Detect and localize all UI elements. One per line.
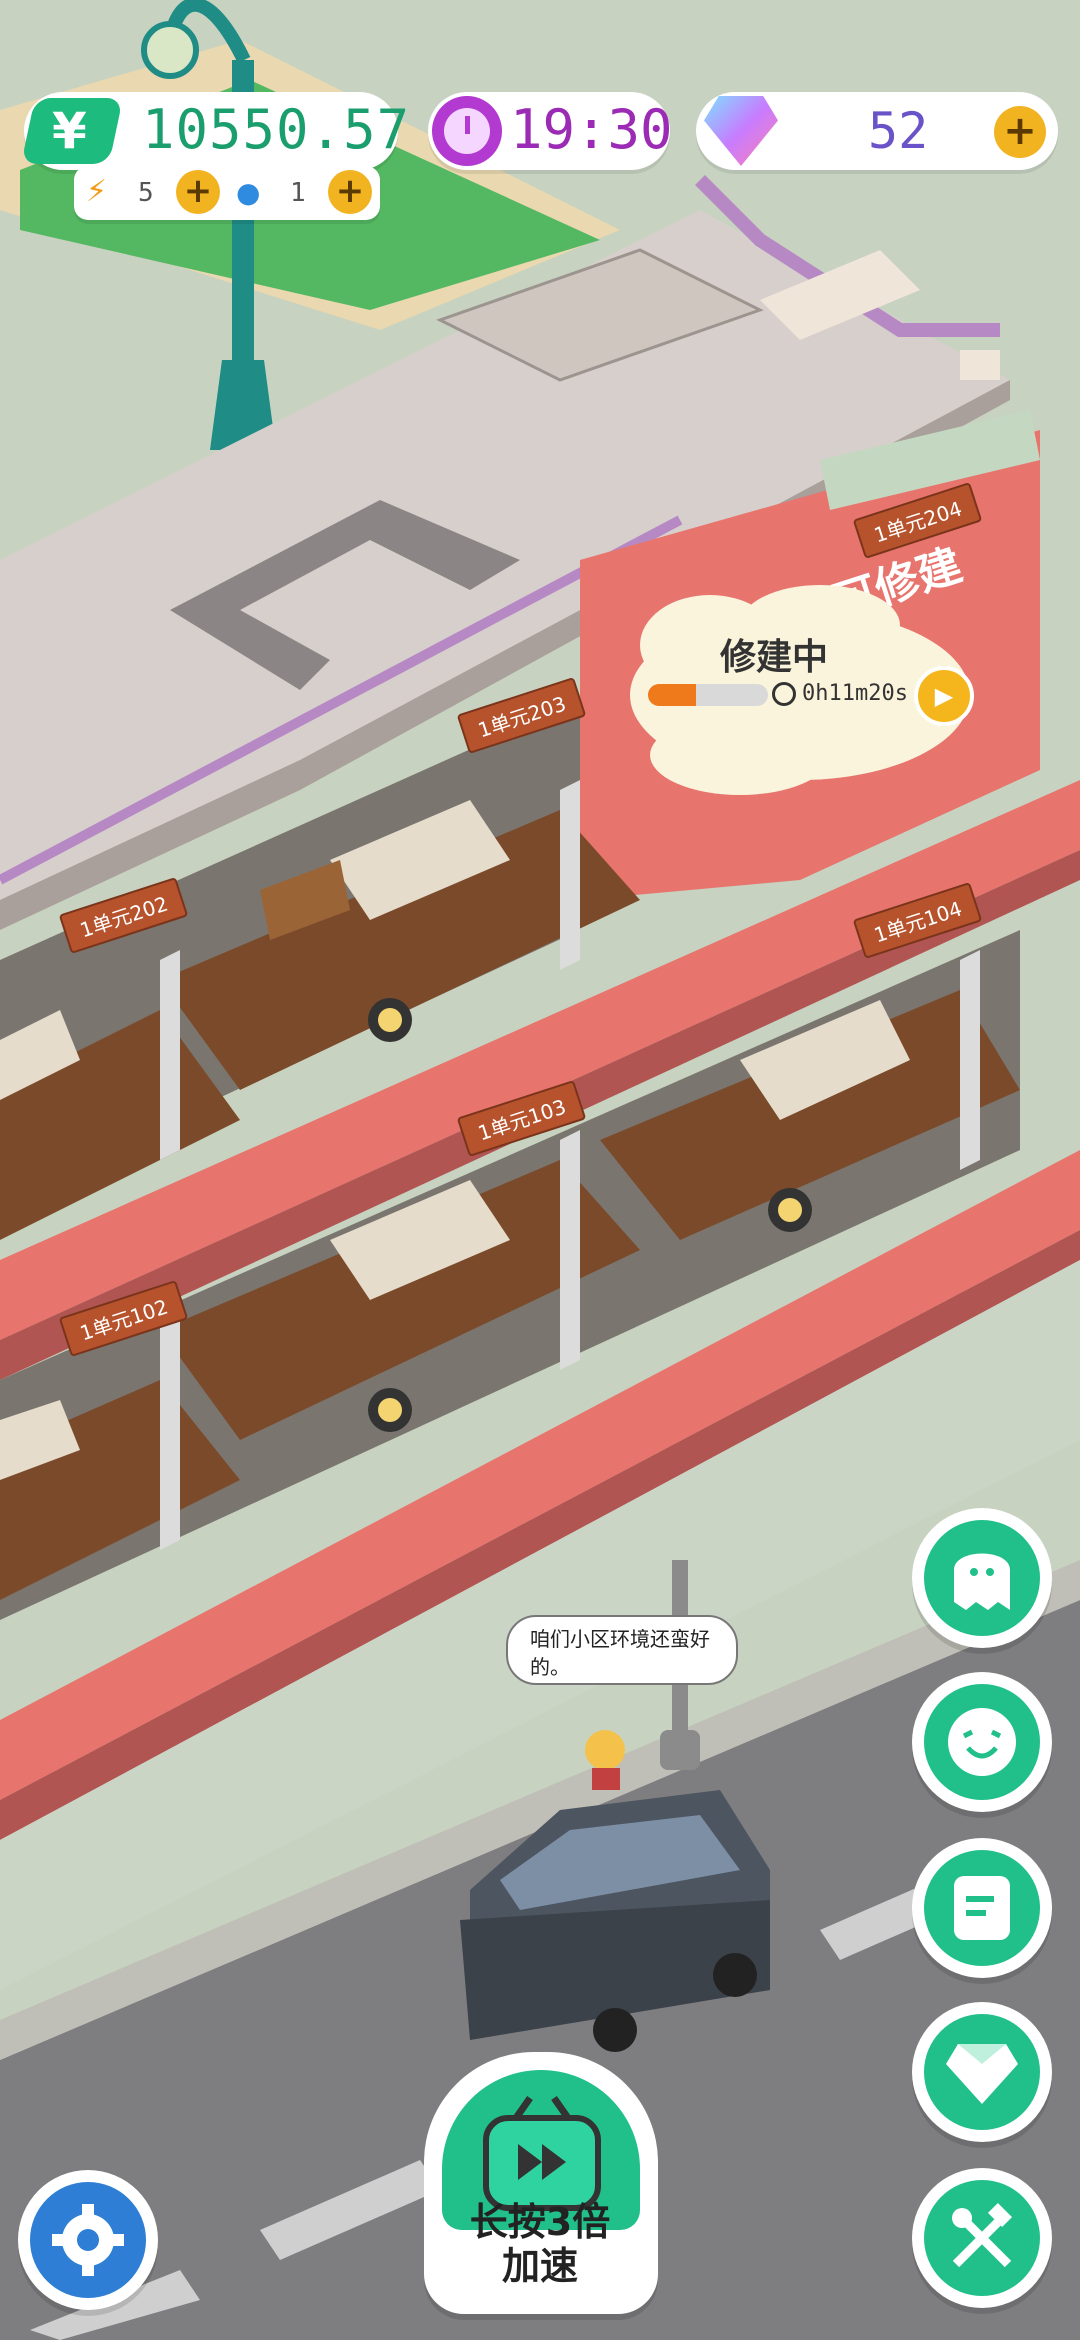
energy-icon: ⚡ — [86, 174, 108, 209]
construction-timer: 0h11m20s — [802, 681, 908, 706]
tools-button[interactable] — [912, 2168, 1052, 2308]
water-count: 1 — [290, 178, 306, 208]
add-gems-button[interactable]: + — [994, 106, 1046, 158]
water-icon: ● — [236, 176, 261, 209]
ghost-button[interactable] — [912, 1508, 1052, 1648]
smile-button[interactable] — [912, 1672, 1052, 1812]
gem-shop-button[interactable] — [912, 2002, 1052, 2142]
smile-icon — [948, 1708, 1016, 1776]
settings-button[interactable] — [18, 2170, 158, 2310]
speedup-label-line1: 长按3倍 — [469, 2200, 611, 2244]
clock-hand — [465, 116, 470, 134]
ghost-icon — [954, 1553, 1010, 1610]
add-energy-button[interactable]: + — [176, 170, 220, 214]
timer-icon — [772, 682, 796, 706]
yen-glyph: ¥ — [52, 102, 87, 160]
construction-progress-track — [648, 684, 768, 706]
tv-icon — [483, 2095, 601, 2211]
game-scene — [0, 0, 1080, 2340]
speedup-label: 长按3倍 加速 — [430, 2200, 650, 2288]
speedup-construction-button[interactable]: ▶ — [914, 666, 974, 726]
notes-icon — [954, 1876, 1010, 1940]
gear-icon — [52, 2204, 124, 2276]
construction-progress-fill — [648, 684, 696, 706]
speedup-label-line2: 加速 — [501, 2244, 578, 2288]
energy-count: 5 — [138, 178, 154, 208]
tools-icon — [952, 2202, 1013, 2268]
notes-button[interactable] — [912, 1838, 1052, 1978]
character-speech-bubble: 咱们小区环境还蛮好的。 — [506, 1615, 738, 1685]
construction-title: 修建中 — [720, 637, 829, 678]
money-amount: 10550.57 — [142, 98, 411, 161]
game-time: 19:30 — [510, 98, 673, 161]
gem-count: 52 — [868, 102, 929, 160]
gem-shop-icon — [946, 2044, 1018, 2104]
add-water-button[interactable]: + — [328, 170, 372, 214]
